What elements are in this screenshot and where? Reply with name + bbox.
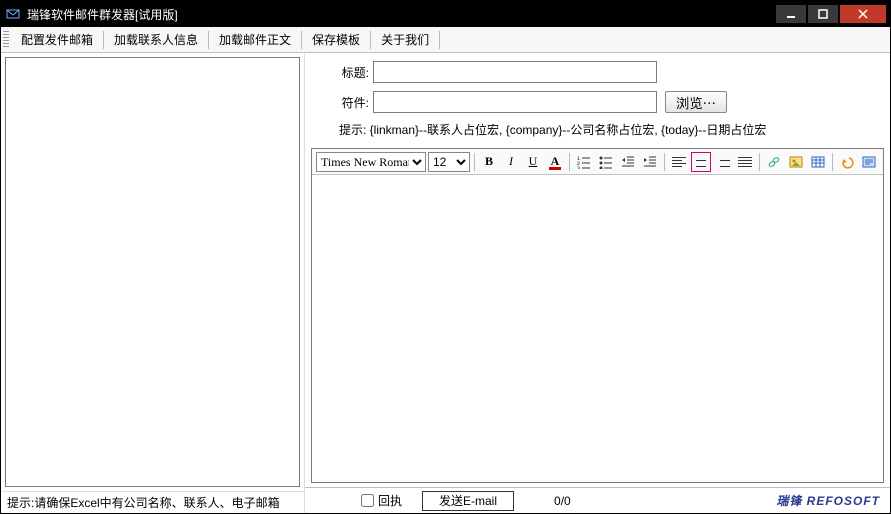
- window-controls: [776, 5, 886, 23]
- italic-button[interactable]: I: [501, 152, 521, 172]
- editor-toolbar: Times New Roman 12 B I U A 123: [312, 149, 883, 175]
- menu-separator: [439, 31, 440, 49]
- subject-label: 标题:: [333, 64, 369, 81]
- left-hint: 提示:请确保Excel中有公司名称、联系人、电子邮箱: [1, 491, 304, 513]
- editor-body[interactable]: [312, 175, 883, 482]
- contacts-list[interactable]: [5, 57, 300, 487]
- footer: 回执 发送E-mail 0/0 瑞锋 REFOSOFT: [305, 487, 890, 513]
- attachment-input[interactable]: [373, 91, 657, 113]
- svg-text:3: 3: [577, 166, 580, 169]
- numbered-list-button[interactable]: 123: [574, 152, 594, 172]
- bullet-list-button[interactable]: [596, 152, 616, 172]
- source-view-button[interactable]: [859, 152, 879, 172]
- editor: Times New Roman 12 B I U A 123: [311, 148, 884, 483]
- toolbar-separator: [569, 153, 570, 171]
- toolbar-separator: [474, 153, 475, 171]
- menu-separator: [370, 31, 371, 49]
- outdent-button[interactable]: [618, 152, 638, 172]
- fields: 标题: 符件: 浏览⋯ 提示: {linkman}--联系人占位宏, {comp…: [305, 53, 890, 148]
- underline-button[interactable]: U: [523, 152, 543, 172]
- align-right-button[interactable]: [713, 152, 733, 172]
- toolbar-separator: [759, 153, 760, 171]
- menu-separator: [103, 31, 104, 49]
- maximize-button[interactable]: [808, 5, 838, 23]
- brand-label: 瑞锋 REFOSOFT: [776, 492, 880, 509]
- receipt-label: 回执: [378, 492, 402, 509]
- indent-button[interactable]: [640, 152, 660, 172]
- attachment-label: 符件:: [333, 94, 369, 111]
- subject-input[interactable]: [373, 61, 657, 83]
- toolbar-separator: [832, 153, 833, 171]
- attachment-row: 符件: 浏览⋯: [333, 91, 880, 113]
- insert-table-button[interactable]: [808, 152, 828, 172]
- align-left-button[interactable]: [669, 152, 689, 172]
- undo-button[interactable]: [837, 152, 857, 172]
- toolbar-grip-icon: [3, 31, 9, 49]
- menu-config-sender[interactable]: 配置发件邮箱: [13, 29, 101, 50]
- insert-image-button[interactable]: [786, 152, 806, 172]
- browse-button[interactable]: 浏览⋯: [665, 91, 727, 113]
- left-panel: 提示:请确保Excel中有公司名称、联系人、电子邮箱: [1, 53, 305, 513]
- menu-save-template[interactable]: 保存模板: [304, 29, 368, 50]
- subject-row: 标题:: [333, 61, 880, 83]
- minimize-button[interactable]: [776, 5, 806, 23]
- align-justify-button[interactable]: [735, 152, 755, 172]
- menu-separator: [208, 31, 209, 49]
- toolbar-separator: [664, 153, 665, 171]
- window-title: 瑞锋软件邮件群发器[试用版]: [27, 6, 776, 23]
- close-button[interactable]: [840, 5, 886, 23]
- menu-load-body[interactable]: 加载邮件正文: [211, 29, 299, 50]
- app-icon: [5, 6, 21, 22]
- menubar: 配置发件邮箱 加载联系人信息 加载邮件正文 保存模板 关于我们: [1, 27, 890, 53]
- insert-link-button[interactable]: [764, 152, 784, 172]
- receipt-checkbox-wrap[interactable]: 回执: [361, 492, 402, 509]
- macro-hint: 提示: {linkman}--联系人占位宏, {company}--公司名称占位…: [339, 121, 880, 138]
- font-family-select[interactable]: Times New Roman: [316, 152, 426, 172]
- receipt-checkbox[interactable]: [361, 494, 374, 507]
- send-button[interactable]: 发送E-mail: [422, 491, 514, 511]
- menu-about[interactable]: 关于我们: [373, 29, 437, 50]
- bold-button[interactable]: B: [479, 152, 499, 172]
- align-center-button[interactable]: [691, 152, 711, 172]
- right-panel: 标题: 符件: 浏览⋯ 提示: {linkman}--联系人占位宏, {comp…: [305, 53, 890, 513]
- menu-load-contacts[interactable]: 加载联系人信息: [106, 29, 206, 50]
- menu-separator: [301, 31, 302, 49]
- titlebar: 瑞锋软件邮件群发器[试用版]: [1, 1, 890, 27]
- body: 提示:请确保Excel中有公司名称、联系人、电子邮箱 标题: 符件: 浏览⋯ 提…: [1, 53, 890, 513]
- font-color-button[interactable]: A: [545, 152, 565, 172]
- progress-counter: 0/0: [554, 494, 571, 508]
- app-window: 瑞锋软件邮件群发器[试用版] 配置发件邮箱 加载联系人信息 加载邮件正文 保存模…: [0, 0, 891, 514]
- font-size-select[interactable]: 12: [428, 152, 470, 172]
